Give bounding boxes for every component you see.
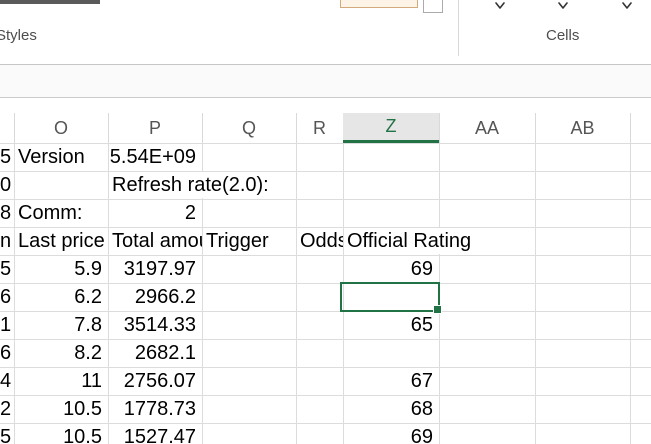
- sheet-row: 6 8.2 2682.1: [0, 339, 651, 367]
- style-swatch-dark[interactable]: [0, 0, 100, 4]
- spreadsheet-grid[interactable]: 5 Version 5.54E+09 0 Refresh rate(2.0): …: [0, 143, 651, 444]
- cell-o[interactable]: 5.9: [14, 255, 108, 283]
- column-header-q[interactable]: Q: [202, 113, 296, 143]
- cell-o[interactable]: 8.2: [14, 339, 108, 367]
- ribbon: Styles Cells: [0, 0, 651, 65]
- cell-o[interactable]: Comm:: [14, 199, 108, 227]
- cell-p[interactable]: 2: [108, 199, 202, 227]
- cell-p[interactable]: Refresh rate(2.0):: [109, 172, 274, 198]
- column-header-row: O P Q R Z AA AB: [0, 113, 651, 143]
- styles-group-label: Styles: [0, 27, 37, 44]
- ribbon-group-divider: [458, 0, 459, 56]
- sheet-row: 0 Refresh rate(2.0):: [0, 171, 651, 199]
- sheet-row: 5 Version 5.54E+09: [0, 143, 651, 171]
- cell-n[interactable]: 2: [0, 395, 10, 423]
- cell-n[interactable]: 1: [0, 311, 10, 339]
- cell-n[interactable]: 5: [0, 143, 10, 171]
- cell-r[interactable]: Odds: [296, 227, 343, 255]
- sheet-row: 2 10.5 1778.73 68: [0, 395, 651, 423]
- sheet-row: 4 11 2756.07 67: [0, 367, 651, 395]
- cell-p[interactable]: 3514.33: [108, 311, 202, 339]
- column-header-r[interactable]: R: [296, 113, 343, 143]
- cell-o[interactable]: 11: [14, 367, 108, 395]
- cell-n[interactable]: 6: [0, 283, 10, 311]
- cell-n[interactable]: 4: [0, 367, 10, 395]
- sheet-row: 6 6.2 2966.2: [0, 283, 651, 311]
- cells-group-label: Cells: [546, 27, 579, 44]
- cell-p[interactable]: 2966.2: [108, 283, 202, 311]
- cell-o[interactable]: Version: [14, 143, 108, 171]
- sheet-row: 5 10.5 1527.47 69: [0, 423, 651, 444]
- cell-o[interactable]: 6.2: [14, 283, 108, 311]
- cell-p[interactable]: 5.54E+09: [108, 143, 202, 171]
- cell-o[interactable]: Last price: [14, 227, 108, 255]
- style-swatch-blank[interactable]: [423, 0, 443, 13]
- column-header-ab[interactable]: AB: [535, 113, 630, 143]
- chevron-down-icon[interactable]: [620, 0, 634, 13]
- cell-z[interactable]: 67: [343, 367, 439, 395]
- column-header-z-selected[interactable]: Z: [343, 113, 439, 143]
- cell-n[interactable]: 5: [0, 423, 10, 444]
- selected-cell[interactable]: [340, 282, 440, 312]
- cell-n[interactable]: 0: [0, 171, 10, 199]
- cell-n[interactable]: 6: [0, 339, 10, 367]
- sheet-header-row: n Last price Total amount Trigger Odds O…: [0, 227, 651, 255]
- style-swatch-tan[interactable]: [340, 0, 418, 8]
- cell-o[interactable]: 10.5: [14, 423, 108, 444]
- cell-z[interactable]: 65: [343, 311, 439, 339]
- column-header-o[interactable]: O: [14, 113, 108, 143]
- cell-o[interactable]: 7.8: [14, 311, 108, 339]
- sheet-row: 8 Comm: 2: [0, 199, 651, 227]
- cell-n[interactable]: 5: [0, 255, 10, 283]
- cell-z[interactable]: Official Rating: [344, 228, 489, 254]
- cell-p[interactable]: 1527.47: [108, 423, 202, 444]
- excel-window: Styles Cells O P Q R Z AA AB 5 Version 5…: [0, 0, 651, 444]
- cell-p[interactable]: 2756.07: [108, 367, 202, 395]
- cell-z[interactable]: 69: [343, 255, 439, 283]
- column-header-aa[interactable]: AA: [439, 113, 535, 143]
- cell-n[interactable]: 8: [0, 199, 10, 227]
- column-header-p[interactable]: P: [108, 113, 202, 143]
- chevron-down-icon[interactable]: [556, 0, 570, 13]
- cell-n[interactable]: n: [0, 227, 10, 255]
- cell-z[interactable]: 69: [343, 423, 439, 444]
- formula-bar[interactable]: [0, 65, 651, 98]
- cell-q[interactable]: Trigger: [202, 227, 296, 255]
- sheet-row: 5 5.9 3197.97 69: [0, 255, 651, 283]
- chevron-down-icon[interactable]: [493, 0, 507, 13]
- sheet-row: 1 7.8 3514.33 65: [0, 311, 651, 339]
- cell-p[interactable]: 1778.73: [108, 395, 202, 423]
- cell-p[interactable]: 2682.1: [108, 339, 202, 367]
- cell-p[interactable]: 3197.97: [108, 255, 202, 283]
- fill-handle[interactable]: [433, 305, 442, 314]
- cell-p[interactable]: Total amount: [108, 227, 202, 255]
- cell-z[interactable]: 68: [343, 395, 439, 423]
- cell-o[interactable]: 10.5: [14, 395, 108, 423]
